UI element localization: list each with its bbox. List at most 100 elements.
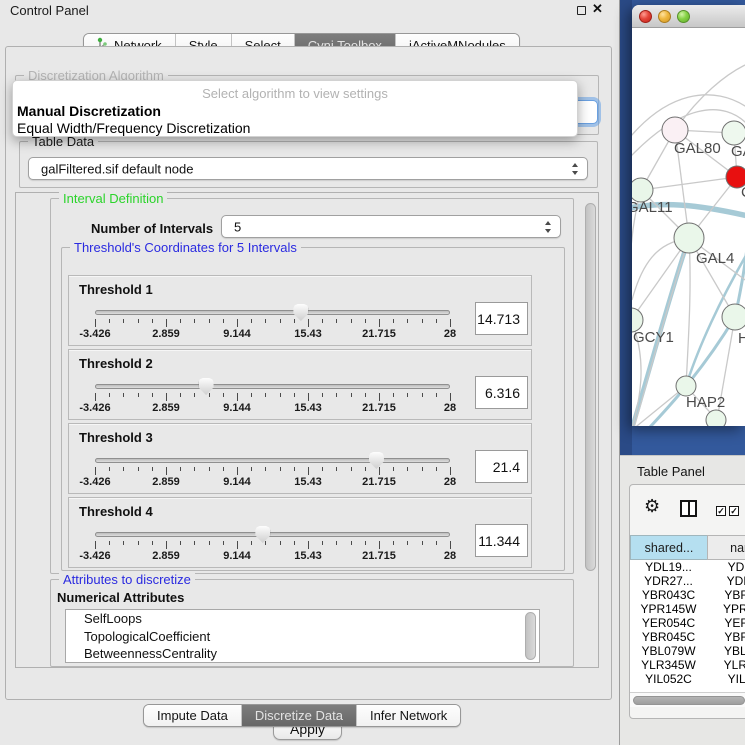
table-cell: YLR345W	[630, 658, 707, 672]
scale-label: 21.715	[362, 328, 396, 340]
tab-impute-data[interactable]: Impute Data	[144, 705, 242, 726]
tick-mark	[407, 319, 408, 323]
tick-mark	[152, 319, 153, 323]
node-label: H	[738, 330, 745, 347]
network-edge[interactable]	[641, 177, 737, 190]
slider-track[interactable]	[95, 310, 450, 315]
table-cell: YBL079W	[707, 644, 745, 658]
spinner-icon	[572, 163, 579, 175]
slider-track[interactable]	[95, 532, 450, 537]
tick-mark	[365, 541, 366, 545]
network-node[interactable]	[706, 410, 726, 426]
network-edge[interactable]	[686, 238, 690, 386]
threshold-value-field[interactable]: 6.316	[475, 376, 528, 409]
network-node[interactable]	[674, 223, 704, 253]
tick-mark	[166, 541, 167, 549]
split-columns-icon[interactable]	[680, 500, 697, 517]
tab-discretize-data[interactable]: Discretize Data	[242, 705, 357, 726]
tick-mark	[393, 393, 394, 397]
float-window-icon[interactable]	[577, 6, 586, 15]
table-cell: YBR043C	[707, 588, 745, 602]
list-item[interactable]: BetweennessCentrality	[66, 645, 539, 663]
tick-mark	[393, 319, 394, 323]
table-cell: YLR345W	[707, 658, 745, 672]
tab-infer-network[interactable]: Infer Network	[357, 705, 460, 726]
network-node[interactable]	[676, 376, 696, 396]
close-icon[interactable]: ✕	[592, 1, 603, 17]
tick-mark	[294, 541, 295, 545]
tick-mark	[265, 541, 266, 545]
tick-mark	[109, 541, 110, 545]
column-header-name[interactable]: name...	[707, 535, 745, 560]
table-row[interactable]: YBL079WYBL079W	[630, 644, 745, 658]
table-cell: YIL052C	[630, 672, 707, 686]
tick-mark	[336, 393, 337, 397]
tick-mark	[351, 319, 352, 323]
mac-zoom-button[interactable]	[677, 10, 690, 23]
checkbox-icon[interactable]: ✓	[716, 506, 726, 516]
threshold-value-field[interactable]: 11.344	[475, 524, 528, 557]
tick-mark	[365, 393, 366, 397]
node-label: GA	[731, 143, 745, 160]
tick-mark	[223, 541, 224, 545]
table-row[interactable]: YBR045CYBR045C	[630, 630, 745, 644]
threshold-box: Threshold 2-3.4262.8599.14415.4321.71528…	[68, 349, 532, 420]
tab-label: Discretize Data	[255, 708, 343, 723]
tick-mark	[379, 393, 380, 401]
tick-mark	[194, 467, 195, 471]
network-node[interactable]	[722, 304, 745, 330]
threshold-coordinates-group: Threshold's Coordinates for 5 Intervals …	[61, 247, 565, 571]
node-label: GAL11	[632, 199, 673, 216]
tick-mark	[280, 319, 281, 323]
checkbox-icon[interactable]: ✓	[729, 506, 739, 516]
tick-mark	[223, 319, 224, 323]
mac-close-button[interactable]	[639, 10, 652, 23]
tick-mark	[209, 467, 210, 471]
gear-icon[interactable]: ⚙	[644, 497, 660, 515]
table-row[interactable]: YLR345WYLR345W	[630, 658, 745, 672]
popup-option[interactable]: Manual Discretization	[17, 103, 161, 119]
mac-minimize-button[interactable]	[658, 10, 671, 23]
tick-mark	[407, 541, 408, 545]
table-row[interactable]: YBR043CYBR043C	[630, 588, 745, 602]
threshold-value-field[interactable]: 14.713	[475, 302, 528, 335]
table-cell: YER054C	[707, 616, 745, 630]
table-row[interactable]: YPR145WYPR145W	[630, 602, 745, 616]
slider-track[interactable]	[95, 384, 450, 389]
tick-mark	[308, 541, 309, 549]
group-title: Threshold's Coordinates for 5 Intervals	[70, 240, 301, 255]
horizontal-scrollbar-track[interactable]	[630, 692, 745, 707]
numerical-attributes-list[interactable]: SelfLoopsTopologicalCoefficientBetweenne…	[65, 609, 540, 663]
popup-option[interactable]: Equal Width/Frequency Discretization	[17, 120, 250, 136]
network-canvas[interactable]: GAL80GACGAL11GAL4GCY1HHAP2	[632, 28, 745, 426]
column-header-shared-name[interactable]: shared...	[630, 535, 708, 560]
scale-label: 15.43	[294, 402, 322, 414]
table-row[interactable]: YDL19...YDL19...	[630, 560, 745, 574]
scale-label: 9.144	[223, 402, 251, 414]
tick-mark	[152, 541, 153, 545]
tick-mark	[379, 467, 380, 475]
scale-label: 21.715	[362, 476, 396, 488]
list-item[interactable]: TopologicalCoefficient	[66, 628, 539, 646]
node-label: HAP2	[686, 394, 725, 411]
threshold-value-field[interactable]: 21.4	[475, 450, 528, 483]
vertical-scrollbar[interactable]	[585, 203, 596, 571]
list-item[interactable]: SelfLoops	[66, 610, 539, 628]
list-scrollbar[interactable]	[525, 612, 536, 660]
number-of-intervals-combobox[interactable]: 5	[221, 215, 561, 238]
tick-mark	[237, 393, 238, 401]
tick-mark	[180, 541, 181, 545]
horizontal-scrollbar-thumb[interactable]	[633, 696, 745, 705]
tick-mark	[351, 541, 352, 545]
table-row[interactable]: YIL052CYIL052C	[630, 672, 745, 686]
tick-mark	[422, 541, 423, 545]
slider-track[interactable]	[95, 458, 450, 463]
tick-mark	[336, 541, 337, 545]
table-row[interactable]: YER054CYER054C	[630, 616, 745, 630]
network-node[interactable]	[722, 121, 745, 145]
group-title: Attributes to discretize	[59, 572, 195, 587]
table-data-combobox[interactable]: galFiltered.sif default node	[28, 157, 588, 180]
table-cell: YPR145W	[707, 602, 745, 616]
table-row[interactable]: YDR27...YDR27...	[630, 574, 745, 588]
scale-label: 28	[444, 328, 456, 340]
